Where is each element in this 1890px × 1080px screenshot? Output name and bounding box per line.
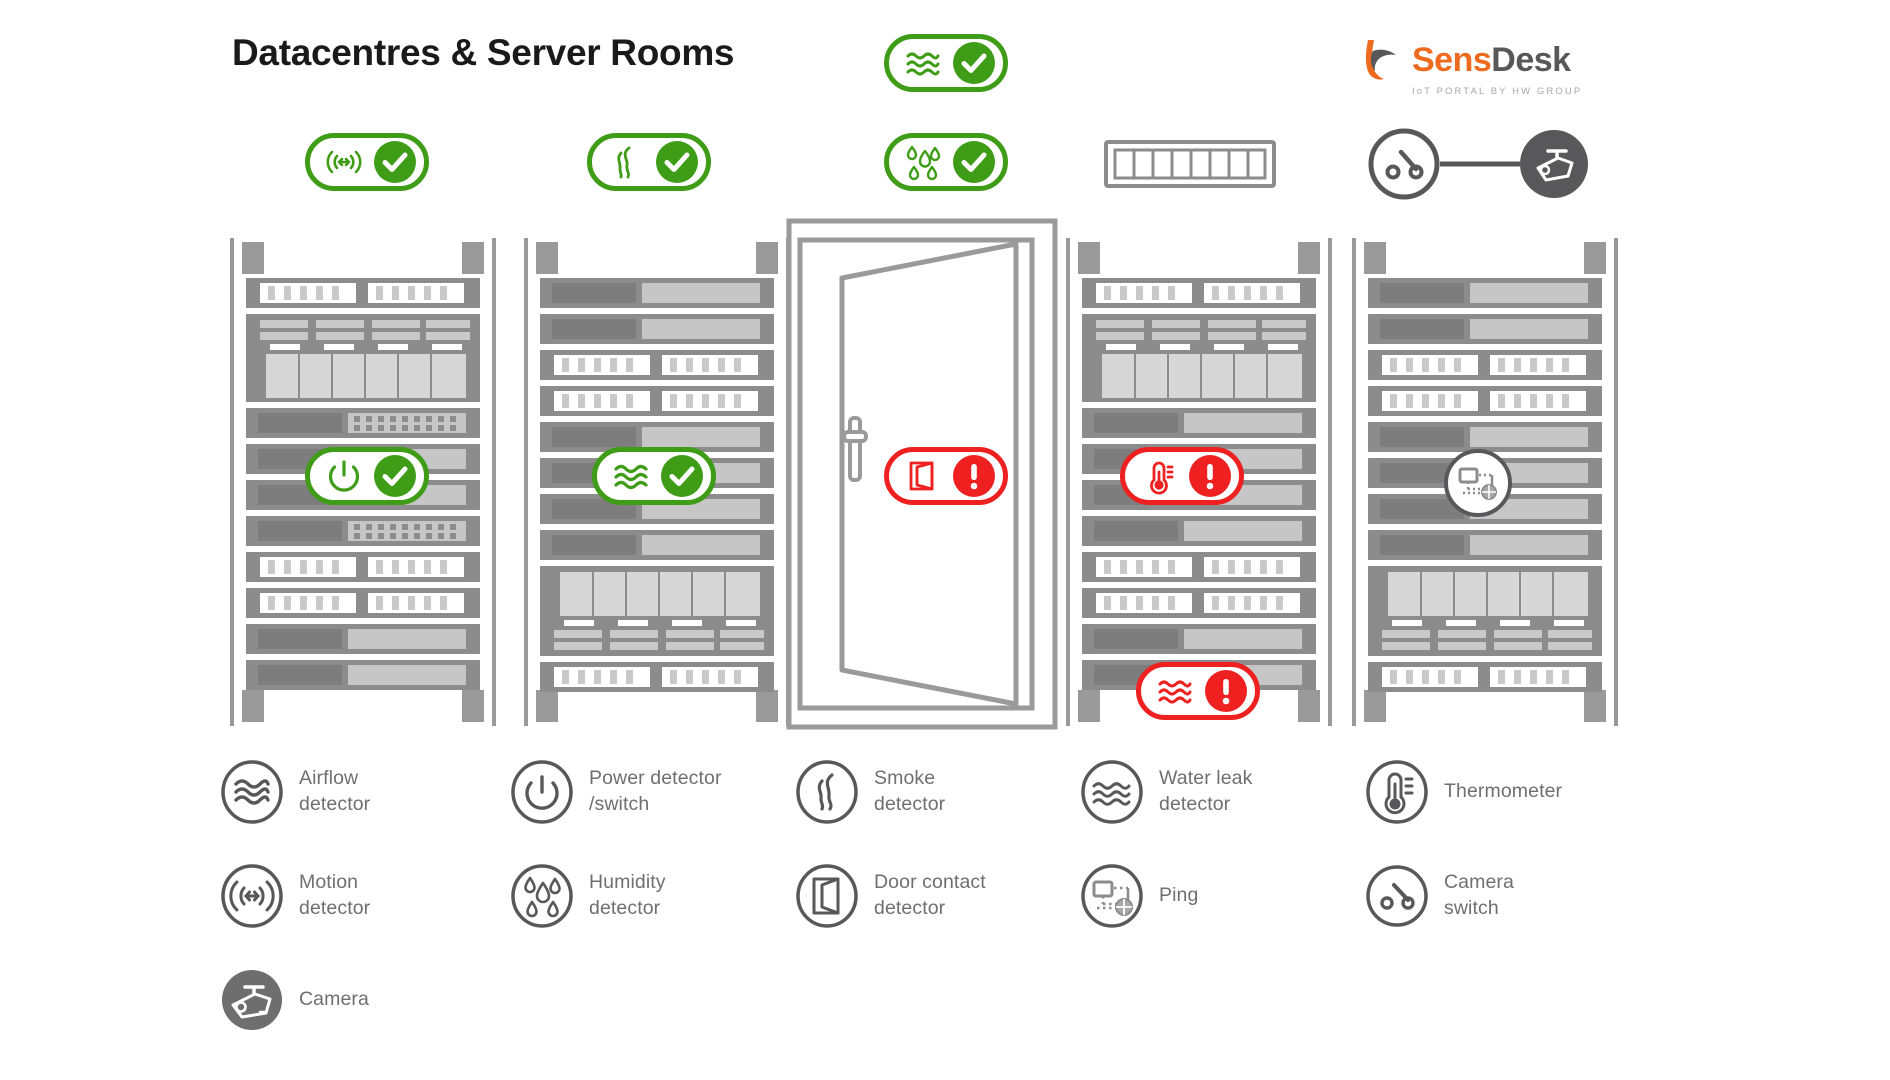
legend-item-motion: Motion detector: [220, 864, 510, 928]
thermometer-icon: [1150, 461, 1174, 495]
patch-panel-icon[interactable]: [1104, 140, 1276, 188]
legend-item-humidity: Humidity detector: [510, 864, 795, 928]
brand-wordmark: SensDesk: [1412, 43, 1571, 77]
status-ok-icon: [661, 455, 703, 497]
status-alert-icon: [1189, 455, 1231, 497]
legend-item-waterleak: Water leak detector: [1080, 760, 1365, 824]
legend-row-2: Motion detector Humidity detector Door c…: [220, 864, 1640, 928]
water-leak-detector-icon: [1158, 680, 1192, 704]
brand-word-part2: Desk: [1491, 41, 1571, 79]
legend-item-airflow: Airflow detector: [220, 760, 510, 824]
smoke-detector-icon: [796, 760, 858, 824]
water-leak-detector-icon: [906, 52, 940, 76]
legend-label: Ping: [1159, 884, 1199, 907]
legend-item-ping: Ping: [1080, 864, 1365, 928]
sensdesk-logo: SensDesk IoT PORTAL BY HW GROUP: [1360, 38, 1630, 98]
ping-icon[interactable]: [1443, 448, 1513, 518]
camera-switch-camera-pair[interactable]: [1368, 128, 1590, 200]
status-badge-power[interactable]: [305, 447, 429, 505]
thermometer-icon: [1366, 760, 1428, 824]
power-detector-icon: [511, 760, 573, 824]
page-title: Datacentres & Server Rooms: [232, 32, 735, 73]
legend-label: Humidity detector: [589, 871, 666, 919]
status-badge-smoke[interactable]: [587, 133, 711, 191]
legend-label: Door contact detector: [874, 871, 986, 919]
legend-item-thermometer: Thermometer: [1365, 760, 1640, 824]
legend: Airflow detector Power detector /switch: [220, 760, 1640, 1032]
motion-detector-icon: [221, 864, 283, 928]
camera-switch-icon: [1366, 865, 1428, 927]
door-contact-detector-icon: [796, 864, 858, 928]
camera-icon: [222, 970, 282, 1030]
humidity-detector-icon: [511, 864, 573, 928]
brand-word-part1: Sens: [1412, 41, 1492, 79]
legend-label: Power detector /switch: [589, 767, 722, 815]
legend-label: Camera: [299, 988, 369, 1011]
status-badge-waterleak-rack[interactable]: [1136, 662, 1260, 720]
legend-item-power: Power detector /switch: [510, 760, 795, 824]
status-ok-icon: [953, 141, 995, 183]
status-badge-door[interactable]: [884, 447, 1008, 505]
water-leak-detector-icon: [1081, 760, 1143, 824]
status-ok-icon: [656, 141, 698, 183]
status-ok-icon: [953, 42, 995, 84]
legend-item-door: Door contact detector: [795, 864, 1080, 928]
status-badge-thermometer[interactable]: [1120, 447, 1244, 505]
power-detector-icon: [328, 460, 360, 492]
humidity-detector-icon: [906, 145, 941, 181]
legend-item-smoke: Smoke detector: [795, 760, 1080, 824]
status-badge-airflow[interactable]: [592, 447, 716, 505]
status-badge-humidity[interactable]: [884, 133, 1008, 191]
legend-row-3: Camera: [220, 968, 1640, 1032]
legend-label: Thermometer: [1444, 780, 1563, 803]
brand-tagline: IoT PORTAL BY HW GROUP: [1412, 86, 1583, 97]
legend-label: Water leak detector: [1159, 767, 1253, 815]
airflow-detector-icon: [614, 464, 648, 490]
legend-label: Camera switch: [1444, 871, 1514, 919]
legend-label: Smoke detector: [874, 767, 946, 815]
ping-icon: [1081, 864, 1143, 928]
status-ok-icon: [374, 455, 416, 497]
legend-label: Airflow detector: [299, 767, 371, 815]
legend-item-camera: Camera: [220, 968, 510, 1032]
door-contact-detector-icon: [909, 461, 934, 491]
legend-item-camera-switch: Camera switch: [1365, 864, 1640, 928]
smoke-detector-icon: [617, 146, 631, 179]
status-alert-icon: [953, 455, 995, 497]
diagram-canvas: Datacentres & Server Rooms SensDesk IoT …: [0, 0, 1890, 1080]
status-badge-motion[interactable]: [305, 133, 429, 191]
legend-row-1: Airflow detector Power detector /switch: [220, 760, 1640, 824]
status-alert-icon: [1205, 670, 1247, 712]
camera-icon: [1520, 130, 1588, 198]
legend-label: Motion detector: [299, 871, 371, 919]
status-ok-icon: [374, 141, 416, 183]
airflow-detector-icon: [221, 760, 283, 824]
status-badge-waterleak-top[interactable]: [884, 34, 1008, 92]
sensdesk-mark-icon: [1365, 40, 1396, 80]
motion-detector-icon: [326, 150, 362, 174]
